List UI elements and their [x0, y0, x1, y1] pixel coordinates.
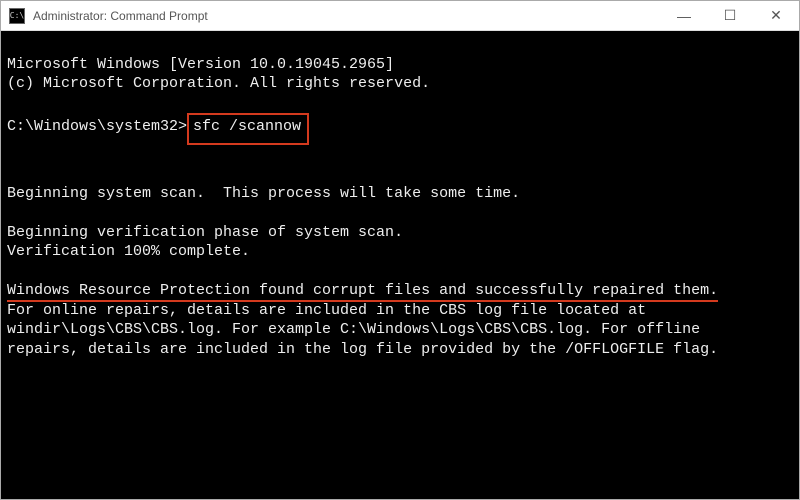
- command-prompt-window: C:\ Administrator: Command Prompt — ☐ ✕ …: [0, 0, 800, 500]
- minimize-button[interactable]: —: [661, 1, 707, 30]
- detail-line-2: windir\Logs\CBS\CBS.log. For example C:\…: [7, 321, 700, 338]
- begin-verify-line: Beginning verification phase of system s…: [7, 224, 403, 241]
- result-line: Windows Resource Protection found corrup…: [7, 282, 718, 302]
- begin-scan-line: Beginning system scan. This process will…: [7, 185, 520, 202]
- window-title: Administrator: Command Prompt: [33, 9, 661, 23]
- terminal-output[interactable]: Microsoft Windows [Version 10.0.19045.29…: [1, 31, 799, 499]
- detail-line-1: For online repairs, details are included…: [7, 302, 646, 319]
- command-highlight-box: sfc /scannow: [187, 113, 309, 145]
- detail-line-3: repairs, details are included in the log…: [7, 341, 718, 358]
- prompt: C:\Windows\system32>: [7, 118, 187, 135]
- close-button[interactable]: ✕: [753, 1, 799, 30]
- command-text: sfc /scannow: [193, 118, 301, 135]
- verify-complete-line: Verification 100% complete.: [7, 243, 250, 260]
- maximize-button[interactable]: ☐: [707, 1, 753, 30]
- version-line: Microsoft Windows [Version 10.0.19045.29…: [7, 56, 394, 73]
- cmd-icon: C:\: [9, 8, 25, 24]
- titlebar[interactable]: C:\ Administrator: Command Prompt — ☐ ✕: [1, 1, 799, 31]
- copyright-line: (c) Microsoft Corporation. All rights re…: [7, 75, 430, 92]
- window-controls: — ☐ ✕: [661, 1, 799, 30]
